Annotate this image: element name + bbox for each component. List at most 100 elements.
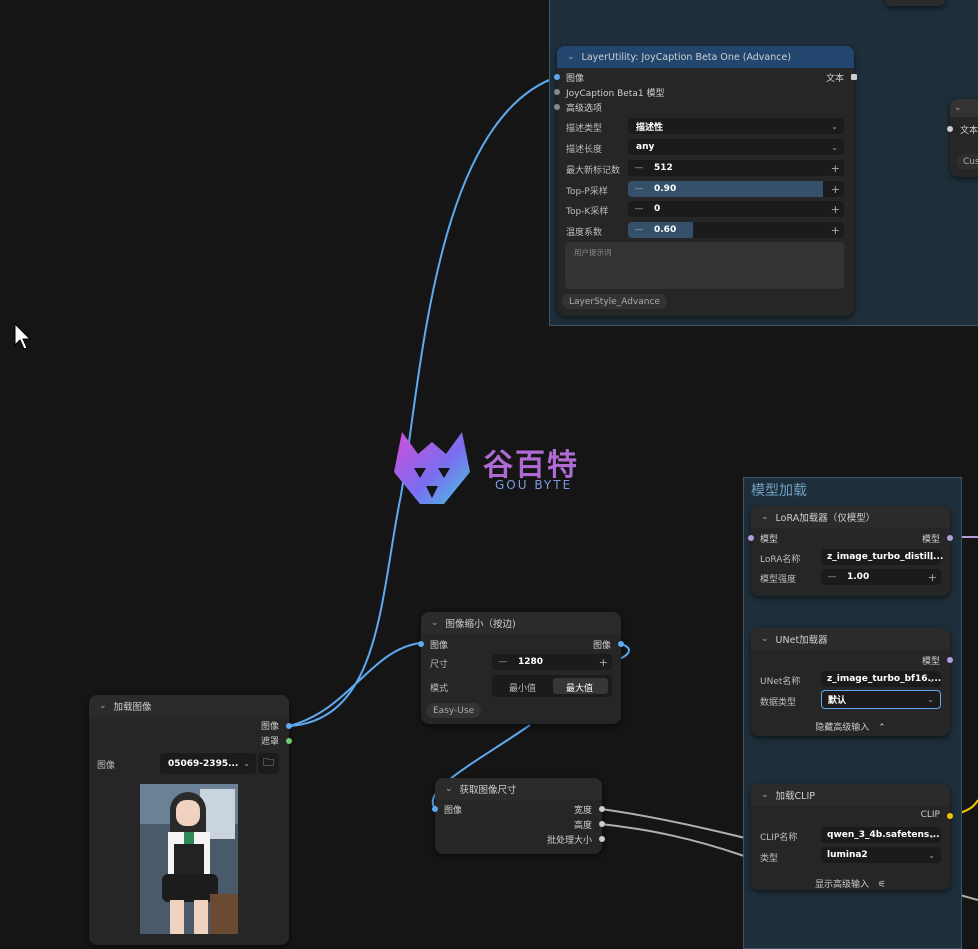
- size-label: 尺寸: [430, 660, 449, 670]
- chevron-down-icon[interactable]: ⌄: [761, 634, 769, 644]
- clip-name-select[interactable]: qwen_3_4b.safetens... ⌄: [821, 827, 941, 843]
- output-model-dot[interactable]: [947, 657, 953, 663]
- prompt-placeholder: 用户提示词: [574, 248, 612, 257]
- unet-name-select[interactable]: z_image_turbo_bf16.... ⌄: [821, 671, 941, 687]
- input-text-dot[interactable]: [947, 126, 953, 132]
- node-title: 加载图像: [113, 702, 152, 713]
- minus-icon[interactable]: —: [496, 657, 510, 667]
- output-height-dot[interactable]: [599, 821, 605, 827]
- output-model: 模型: [921, 657, 940, 667]
- output-image-dot[interactable]: [618, 641, 624, 647]
- input-advanced-dot[interactable]: [554, 104, 560, 110]
- mode-label: 模式: [430, 684, 449, 694]
- output-mask: 遮罩: [260, 737, 279, 747]
- partial-cus-label: Cus: [956, 154, 978, 169]
- node-header[interactable]: ⌄ 图像缩小（按边): [421, 612, 621, 634]
- clip-type-select[interactable]: lumina2 ⌄: [821, 847, 941, 863]
- strength-label: 模型强度: [760, 575, 797, 585]
- minus-icon[interactable]: —: [632, 204, 646, 214]
- output-width-dot[interactable]: [599, 806, 605, 812]
- plus-icon[interactable]: +: [928, 571, 937, 584]
- partial-top-node: [885, 0, 945, 6]
- lora-node[interactable]: ⌄ LoRA加载器（仅模型） 模型 模型 LoRA名称 z_image_turb…: [748, 506, 953, 596]
- clip-type-label: 类型: [760, 854, 779, 864]
- plus-icon[interactable]: +: [599, 656, 608, 669]
- desc-type-select[interactable]: 描述性 ⌄: [628, 118, 844, 134]
- chevron-down-icon: ⌄: [831, 142, 838, 152]
- output-image: 图像: [260, 722, 279, 732]
- input-image-dot[interactable]: [432, 806, 438, 812]
- output-image-dot[interactable]: [286, 723, 292, 729]
- show-advanced-button[interactable]: 显示高级输入 ⚟: [751, 877, 950, 890]
- chevron-down-icon[interactable]: ⌄: [431, 618, 439, 628]
- output-model-dot[interactable]: [947, 535, 953, 541]
- desc-type-label: 描述类型: [566, 124, 603, 134]
- top-p-slider[interactable]: — 0.90 +: [628, 181, 844, 197]
- node-header[interactable]: ⌄ LayerUtility: JoyCaption Beta One (Adv…: [557, 46, 854, 68]
- input-model-dot[interactable]: [554, 89, 560, 95]
- mode-min-option[interactable]: 最小值: [509, 681, 536, 694]
- node-title: LayerUtility: JoyCaption Beta One (Advan…: [581, 51, 792, 63]
- goubyte-logo: [394, 432, 470, 504]
- top-k-stepper[interactable]: — 0 +: [628, 201, 844, 217]
- input-model-dot[interactable]: [748, 535, 754, 541]
- node-title: 获取图像尺寸: [459, 785, 517, 796]
- mode-max-option[interactable]: 最大值: [553, 678, 608, 694]
- clip-node[interactable]: ⌄ 加载CLIP CLIP CLIP名称 qwen_3_4b.safetens.…: [751, 784, 953, 890]
- hide-advanced-button[interactable]: 隐藏高级输入 ⌃: [751, 720, 950, 733]
- joycaption-node[interactable]: ⌄ LayerUtility: JoyCaption Beta One (Adv…: [554, 46, 857, 316]
- node-title: LoRA加载器（仅模型）: [775, 513, 876, 524]
- output-text-dot[interactable]: [851, 74, 857, 80]
- input-text: 文本: [960, 126, 978, 136]
- strength-stepper[interactable]: — 1.00 +: [821, 569, 941, 585]
- node-header[interactable]: ⌄ 加载图像: [89, 695, 289, 717]
- lora-name-select[interactable]: z_image_turbo_distill... ⌄: [821, 549, 943, 565]
- badge-layerstyle: LayerStyle_Advance: [562, 294, 667, 309]
- load-image-node[interactable]: ⌄ 加载图像 图像 遮罩 图像 05069-2395... ⌄ 🗀: [89, 695, 292, 945]
- minus-icon[interactable]: —: [632, 184, 646, 194]
- output-batch: 批处理大小: [546, 836, 592, 846]
- folder-button[interactable]: 🗀: [258, 753, 279, 774]
- max-tokens-label: 最大新标记数: [566, 166, 621, 176]
- user-prompt-textarea[interactable]: 用户提示词: [565, 242, 844, 289]
- chevron-down-icon[interactable]: ⌄: [761, 512, 769, 522]
- image-preview: [140, 784, 238, 934]
- chevron-down-icon[interactable]: ⌄: [954, 103, 962, 113]
- plus-icon[interactable]: +: [831, 162, 840, 175]
- input-image: 图像: [566, 74, 585, 84]
- node-header[interactable]: ⌄ 获取图像尺寸: [435, 778, 602, 800]
- node-header[interactable]: ⌄ LoRA加载器（仅模型）: [751, 506, 950, 528]
- mode-toggle[interactable]: 最小值 最大值: [492, 675, 612, 697]
- chevron-down-icon[interactable]: ⌄: [761, 790, 769, 800]
- node-title: UNet加载器: [775, 635, 828, 646]
- temperature-slider[interactable]: — 0.60 +: [628, 222, 844, 238]
- desc-length-select[interactable]: any ⌄: [628, 139, 844, 155]
- chevron-down-icon: ⌄: [927, 695, 934, 704]
- chevron-down-icon[interactable]: ⌄: [567, 52, 575, 62]
- get-image-size-node[interactable]: ⌄ 获取图像尺寸 图像 宽度 高度 批处理大小: [432, 778, 605, 854]
- unet-node[interactable]: ⌄ UNet加载器 模型 UNet名称 z_image_turbo_bf16..…: [751, 628, 953, 736]
- plus-icon[interactable]: +: [831, 224, 840, 237]
- input-image-dot[interactable]: [554, 74, 560, 80]
- chevron-down-icon[interactable]: ⌄: [99, 701, 107, 711]
- dtype-select[interactable]: 默认 ⌄: [821, 690, 941, 709]
- max-tokens-stepper[interactable]: — 512 +: [628, 160, 844, 176]
- output-mask-dot[interactable]: [286, 738, 292, 744]
- chevron-down-icon[interactable]: ⌄: [445, 784, 453, 794]
- node-header[interactable]: ⌄ UNet加载器: [751, 628, 950, 650]
- chevron-down-icon: ⌄: [928, 850, 935, 860]
- minus-icon[interactable]: —: [825, 572, 839, 582]
- input-image-dot[interactable]: [418, 641, 424, 647]
- output-clip-dot[interactable]: [947, 813, 953, 819]
- chevron-down-icon: ⌄: [243, 759, 250, 768]
- minus-icon[interactable]: —: [632, 163, 646, 173]
- plus-icon[interactable]: +: [831, 203, 840, 216]
- image-scale-node[interactable]: ⌄ 图像缩小（按边) 图像 图像 尺寸 — 1280 + 模式 最小值 最大值 …: [418, 612, 624, 724]
- node-header[interactable]: ⌄ 加载CLIP: [751, 784, 950, 806]
- minus-icon[interactable]: —: [632, 225, 646, 235]
- image-label: 图像: [97, 761, 116, 771]
- plus-icon[interactable]: +: [831, 183, 840, 196]
- image-select[interactable]: 05069-2395... ⌄: [160, 753, 256, 774]
- output-batch-dot[interactable]: [599, 836, 605, 842]
- size-stepper[interactable]: — 1280 +: [492, 654, 612, 670]
